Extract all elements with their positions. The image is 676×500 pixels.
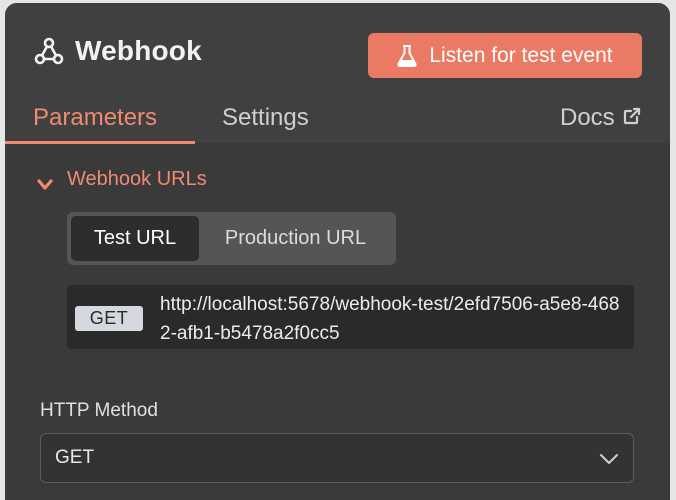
tab-settings[interactable]: Settings [222,104,309,132]
webhook-url-display[interactable]: GET http://localhost:5678/webhook-test/2… [67,285,634,349]
test-url-option[interactable]: Test URL [71,216,199,261]
chevron-down-icon [599,450,619,464]
panel-tabs: Parameters Settings Docs [5,98,670,144]
panel-header: Webhook Listen for test event Parameters… [5,3,670,144]
webhook-url-text[interactable]: http://localhost:5678/webhook-test/2efd7… [160,290,630,348]
webhook-urls-section-toggle[interactable]: Webhook URLs [37,168,207,191]
flask-icon [397,44,417,67]
listen-for-test-event-button[interactable]: Listen for test event [368,33,642,78]
webhook-icon [33,35,65,67]
listen-button-label: Listen for test event [429,43,613,67]
webhook-node-panel: Webhook Listen for test event Parameters… [5,3,670,500]
external-link-icon [623,104,641,132]
chevron-down-icon [37,174,53,190]
tab-parameters[interactable]: Parameters [33,104,157,132]
http-method-select[interactable]: GET [40,433,634,483]
tab-docs-label: Docs [560,104,615,131]
method-badge: GET [75,306,143,331]
tab-docs[interactable]: Docs [560,104,641,132]
section-title: Webhook URLs [67,168,207,190]
production-url-option[interactable]: Production URL [199,216,392,261]
active-tab-underline [5,141,195,144]
node-title: Webhook [75,35,202,66]
node-title-row: Webhook [33,35,202,67]
url-type-toggle: Test URL Production URL [67,212,396,265]
http-method-value: GET [55,447,95,468]
http-method-label: HTTP Method [40,400,158,421]
